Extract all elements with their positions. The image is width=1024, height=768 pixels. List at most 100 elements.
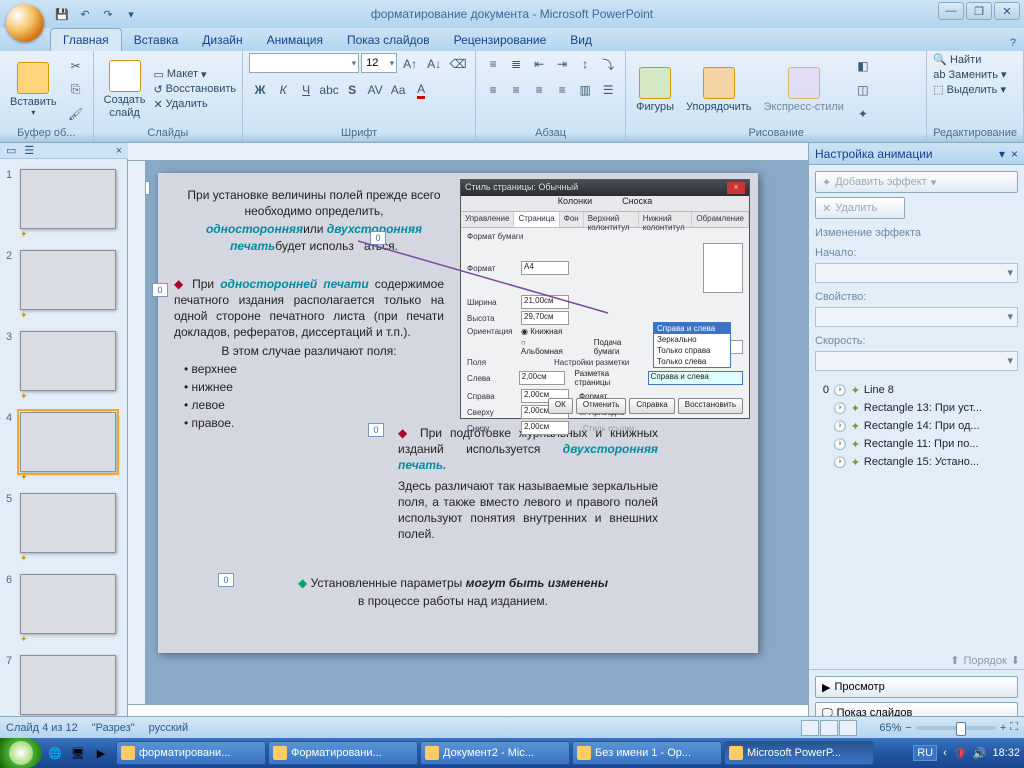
effect-item[interactable]: 🕐✦Rectangle 11: При по... bbox=[815, 435, 1018, 453]
underline-icon[interactable]: Ч bbox=[295, 79, 317, 101]
effect-item[interactable]: 🕐✦Rectangle 13: При уст... bbox=[815, 399, 1018, 417]
tray-shield-icon[interactable]: 🛡 bbox=[953, 747, 967, 760]
thumbnail-6[interactable]: 6✦ bbox=[6, 574, 121, 645]
italic-icon[interactable]: К bbox=[272, 79, 294, 101]
case-icon[interactable]: Aa bbox=[387, 79, 409, 101]
anim-tag[interactable]: 0 bbox=[370, 231, 386, 245]
tab-insert[interactable]: Вставка bbox=[122, 29, 191, 51]
shrink-font-icon[interactable]: A↓ bbox=[423, 53, 445, 75]
anim-tag[interactable]: 0 bbox=[152, 283, 168, 297]
office-button[interactable] bbox=[6, 4, 44, 42]
clear-format-icon[interactable]: ⌫ bbox=[447, 53, 469, 75]
language[interactable]: русский bbox=[149, 722, 188, 734]
quick-styles-button[interactable]: Экспресс-стили bbox=[760, 65, 848, 115]
slideshow-view-icon[interactable] bbox=[839, 720, 857, 736]
tab-slideshow[interactable]: Показ слайдов bbox=[335, 29, 442, 51]
zoom-percent[interactable]: 65% bbox=[879, 722, 901, 734]
sorter-view-icon[interactable] bbox=[820, 720, 838, 736]
property-combo[interactable] bbox=[815, 307, 1018, 327]
thumbnail-3[interactable]: 3✦ bbox=[6, 331, 121, 402]
anim-tag[interactable]: 0 bbox=[368, 423, 384, 437]
tab-home[interactable]: Главная bbox=[50, 28, 122, 51]
line-spacing-icon[interactable]: ↕ bbox=[574, 53, 596, 75]
start-button[interactable] bbox=[0, 738, 42, 768]
thumbnail-2[interactable]: 2✦ bbox=[6, 250, 121, 321]
effect-list[interactable]: 0🕐✦Line 8🕐✦Rectangle 13: При уст...🕐✦Rec… bbox=[815, 381, 1018, 471]
tab-view[interactable]: Вид bbox=[558, 29, 604, 51]
remove-effect-button[interactable]: ✕Удалить bbox=[815, 197, 905, 219]
numbering-icon[interactable]: ≣ bbox=[505, 53, 527, 75]
slides-tab-icon[interactable]: ☰ bbox=[24, 144, 34, 157]
normal-view-icon[interactable] bbox=[801, 720, 819, 736]
reset-button[interactable]: ↺Восстановить bbox=[153, 83, 236, 96]
font-family-combo[interactable] bbox=[249, 53, 359, 73]
copy-icon[interactable]: ⎘ bbox=[65, 79, 87, 101]
redo-icon[interactable]: ↷ bbox=[98, 4, 118, 24]
speed-combo[interactable] bbox=[815, 351, 1018, 371]
shape-outline-icon[interactable]: ◫ bbox=[852, 79, 874, 101]
tab-animation[interactable]: Анимация bbox=[255, 29, 335, 51]
select-button[interactable]: ⬚ Выделить ▾ bbox=[933, 83, 1006, 96]
slide-thumbnails[interactable]: 1✦2✦3✦4✦5✦6✦7✦8✦ bbox=[0, 159, 128, 746]
bold-icon[interactable]: Ж bbox=[249, 79, 271, 101]
strike-icon[interactable]: abc bbox=[318, 79, 340, 101]
help-icon[interactable]: ? bbox=[1002, 35, 1024, 51]
delete-slide-button[interactable]: ✕Удалить bbox=[153, 98, 236, 111]
clock[interactable]: 18:32 bbox=[992, 747, 1020, 759]
task-button[interactable]: Без имени 1 - Op... bbox=[572, 741, 722, 765]
new-slide-button[interactable]: Создать слайд bbox=[100, 58, 150, 120]
spacing-icon[interactable]: AV bbox=[364, 79, 386, 101]
minimize-button[interactable]: — bbox=[938, 2, 964, 20]
language-indicator[interactable]: RU bbox=[913, 745, 937, 761]
grow-font-icon[interactable]: A↑ bbox=[399, 53, 421, 75]
save-icon[interactable]: 💾 bbox=[52, 4, 72, 24]
thumbnail-4[interactable]: 4✦ bbox=[6, 412, 121, 483]
undo-icon[interactable]: ↶ bbox=[75, 4, 95, 24]
layout-button[interactable]: ▭Макет ▾ bbox=[153, 68, 236, 81]
columns-icon[interactable]: ▥ bbox=[574, 79, 596, 101]
zoom-slider[interactable] bbox=[916, 726, 996, 730]
task-button[interactable]: Microsoft PowerP... bbox=[724, 741, 874, 765]
ql-ie-icon[interactable]: 🌐 bbox=[44, 741, 66, 765]
task-button[interactable]: Документ2 - Mic... bbox=[420, 741, 570, 765]
indent-dec-icon[interactable]: ⇤ bbox=[528, 53, 550, 75]
effect-item[interactable]: 🕐✦Rectangle 14: При од... bbox=[815, 417, 1018, 435]
close-pane-icon[interactable]: × bbox=[1011, 147, 1018, 161]
shadow-icon[interactable]: S bbox=[341, 79, 363, 101]
maximize-button[interactable]: ❐ bbox=[966, 2, 992, 20]
zoom-out-icon[interactable]: − bbox=[905, 722, 911, 734]
add-effect-button[interactable]: ✦Добавить эффект ▾ bbox=[815, 171, 1018, 193]
align-justify-icon[interactable]: ≡ bbox=[551, 79, 573, 101]
replace-button[interactable]: ab Заменить ▾ bbox=[933, 68, 1006, 81]
effect-item[interactable]: 0🕐✦Line 8 bbox=[815, 381, 1018, 399]
tray-volume-icon[interactable]: 🔊 bbox=[973, 747, 987, 760]
font-color-icon[interactable]: A bbox=[410, 79, 432, 101]
find-button[interactable]: 🔍 Найти bbox=[933, 53, 981, 66]
effect-item[interactable]: 🕐✦Rectangle 15: Устано... bbox=[815, 453, 1018, 471]
cut-icon[interactable]: ✂ bbox=[65, 55, 87, 77]
format-painter-icon[interactable]: 🖌 bbox=[65, 103, 87, 125]
shape-fill-icon[interactable]: ◧ bbox=[852, 55, 874, 77]
align-left-icon[interactable]: ≡ bbox=[482, 79, 504, 101]
text-direction-icon[interactable]: ⤵ bbox=[597, 53, 619, 75]
qat-more-icon[interactable]: ▾ bbox=[121, 4, 141, 24]
start-combo[interactable] bbox=[815, 263, 1018, 283]
slide[interactable]: 0 При установке величины полей прежде вс… bbox=[158, 173, 758, 653]
anim-tag[interactable]: 0 bbox=[146, 181, 150, 195]
tray-icon[interactable]: ‹ bbox=[943, 747, 947, 759]
task-button[interactable]: Форматировани... bbox=[268, 741, 418, 765]
preview-button[interactable]: ▶Просмотр bbox=[815, 676, 1018, 698]
indent-inc-icon[interactable]: ⇥ bbox=[551, 53, 573, 75]
thumbnail-5[interactable]: 5✦ bbox=[6, 493, 121, 564]
bullets-icon[interactable]: ≡ bbox=[482, 53, 504, 75]
task-button[interactable]: форматировани... bbox=[116, 741, 266, 765]
align-right-icon[interactable]: ≡ bbox=[528, 79, 550, 101]
anim-tag[interactable]: 0 bbox=[218, 573, 234, 587]
smartart-icon[interactable]: ☰ bbox=[597, 79, 619, 101]
fit-icon[interactable]: ⛶ bbox=[1010, 721, 1018, 734]
outline-tab-icon[interactable]: ▭ bbox=[6, 144, 16, 157]
thumbnail-1[interactable]: 1✦ bbox=[6, 169, 121, 240]
tab-review[interactable]: Рецензирование bbox=[442, 29, 559, 51]
font-size-combo[interactable]: 12 bbox=[361, 53, 397, 73]
ql-desktop-icon[interactable]: 🖥 bbox=[67, 741, 89, 765]
